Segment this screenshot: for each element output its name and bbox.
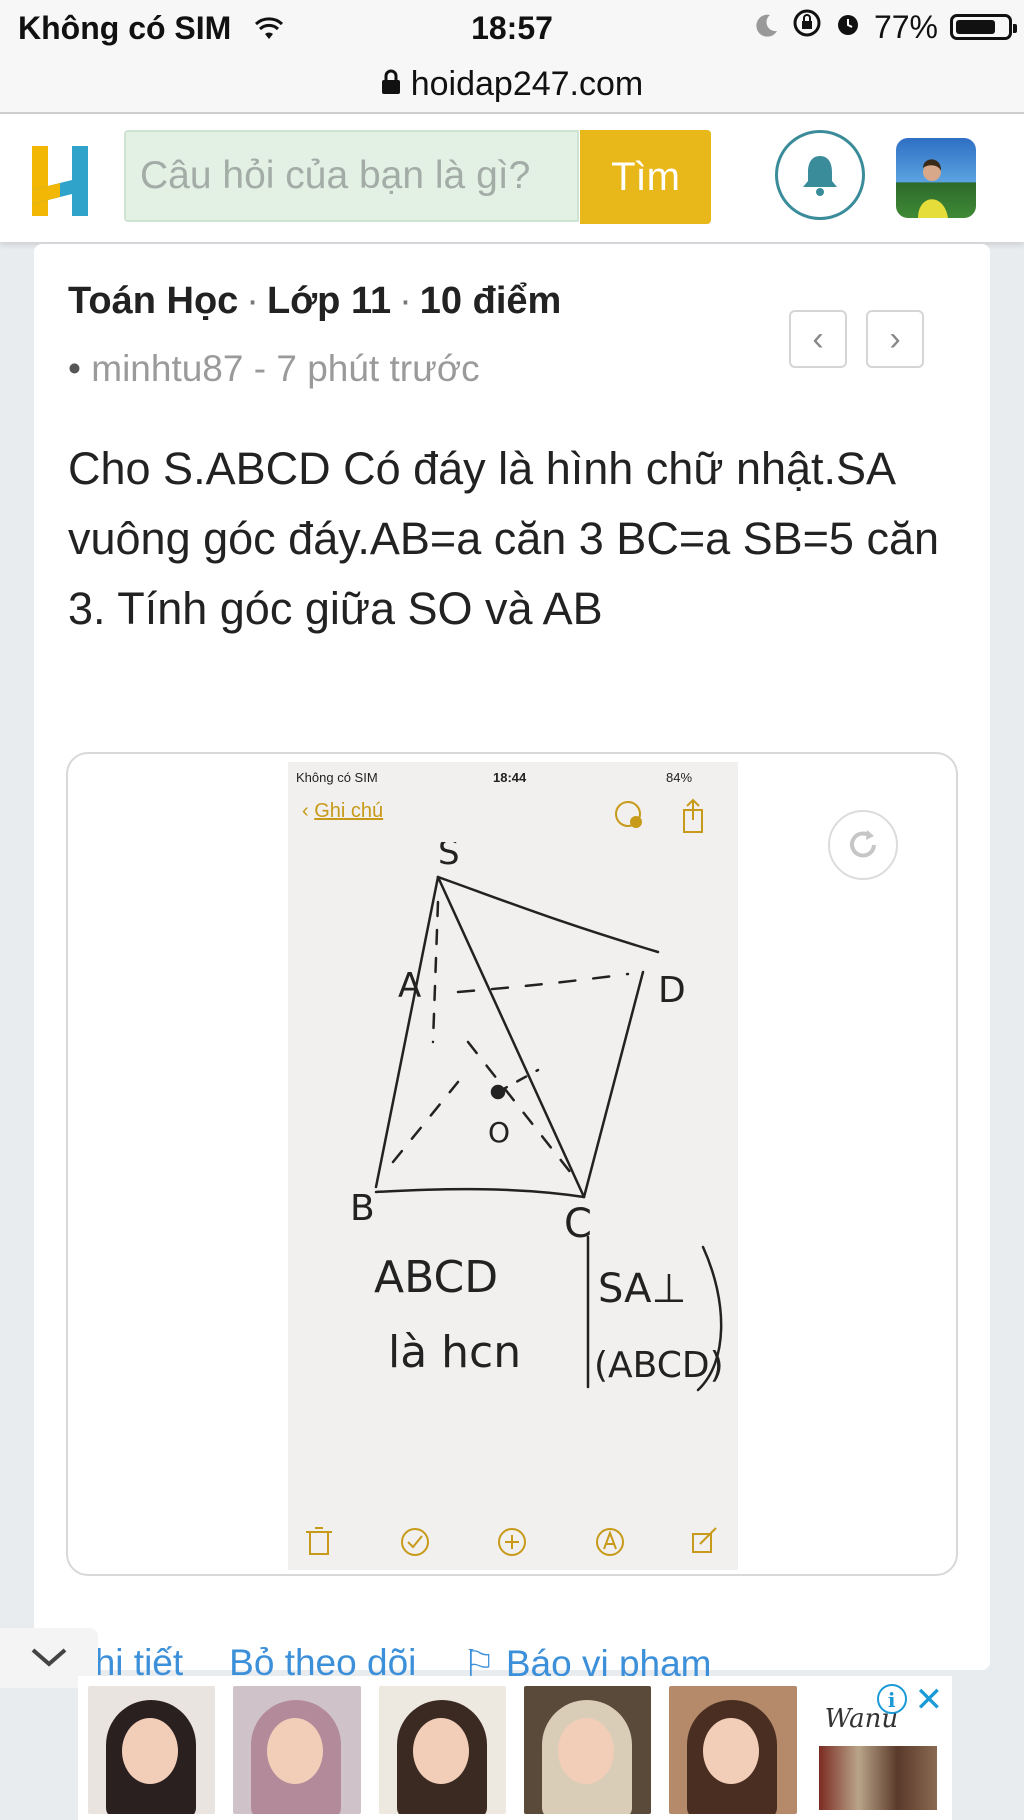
site-logo[interactable] <box>32 146 94 232</box>
notes-back-label: Ghi chú <box>314 800 384 822</box>
ad-thumbnail[interactable] <box>378 1686 506 1814</box>
vertex-b-label: B <box>350 1188 375 1229</box>
battery-icon <box>950 14 1017 40</box>
embedded-time: 18:44 <box>493 770 527 785</box>
question-meta: Toán Học · Lớp 11 · 10 điểm <box>68 280 562 322</box>
rotate-icon[interactable] <box>828 810 898 880</box>
vertex-s-label: S <box>438 842 460 873</box>
chevron-left-icon: ‹ <box>812 319 824 358</box>
ad-brand-tile[interactable]: i ✕ Wanu <box>814 1681 943 1814</box>
alarm-icon <box>834 9 862 46</box>
ad-thumbnail[interactable] <box>669 1686 797 1814</box>
ad-room-image <box>818 1746 937 1810</box>
author-text[interactable]: minhtu87 - 7 phút trước <box>91 348 479 389</box>
search-button[interactable]: Tìm <box>580 130 711 224</box>
status-bar: Không có SIM 18:57 77% <box>0 0 1024 56</box>
vertex-a-label: A <box>398 966 421 1006</box>
ad-thumbnail[interactable] <box>523 1686 652 1814</box>
author-line: • minhtu87 - 7 phút trước <box>68 348 480 389</box>
share-icon <box>615 798 703 833</box>
vertex-c-label: C <box>564 1201 592 1247</box>
url-text: hoidap247.com <box>410 64 644 103</box>
points-label: 10 điểm <box>419 280 562 322</box>
sketch-note-4: (ABCD) <box>594 1345 724 1386</box>
ad-logo: Wanu <box>824 1704 899 1734</box>
chevron-down-icon <box>31 1648 67 1667</box>
chevron-left-icon: ‹ <box>302 800 315 822</box>
orientation-lock-icon <box>792 8 822 46</box>
status-right: 77% <box>754 8 1017 46</box>
moon-icon <box>754 9 780 46</box>
ad-thumbnail[interactable] <box>233 1686 361 1814</box>
close-icon[interactable]: ✕ <box>915 1680 944 1720</box>
notification-bell-icon[interactable] <box>775 130 865 220</box>
user-avatar[interactable] <box>896 138 976 218</box>
prev-question-button[interactable]: ‹ <box>789 310 847 368</box>
question-image[interactable]: Không có SIM 18:44 84% ‹ Ghi chú S A D O… <box>66 752 958 1576</box>
notes-screenshot: Không có SIM 18:44 84% ‹ Ghi chú S A D O… <box>288 762 738 1570</box>
question-body: Cho S.ABCD Có đáy là hình chữ nhật.SA vu… <box>68 443 940 634</box>
sketch-note-2: là hcn <box>388 1327 521 1378</box>
chevron-right-icon: › <box>889 319 901 358</box>
question-card: Toán Học · Lớp 11 · 10 điểm • minhtu87 - 7 p… <box>34 244 990 1684</box>
ad-banner[interactable]: i ✕ Wanu <box>78 1676 952 1820</box>
sketch-note-3: SA⊥ <box>598 1266 686 1312</box>
sketch-note-1: ABCD <box>374 1252 498 1303</box>
site-header: Tìm <box>0 114 1024 242</box>
embedded-status-bar: Không có SIM 18:44 84% <box>288 762 738 796</box>
pyramid-sketch: S A D O B C ABCD là hcn SA⊥ (ABCD) <box>350 842 724 1392</box>
grade-label[interactable]: Lớp 11 <box>267 280 391 322</box>
search-input[interactable] <box>124 130 579 222</box>
next-question-button[interactable]: › <box>866 310 924 368</box>
notes-toolbar <box>306 1527 717 1556</box>
vertex-d-label: D <box>658 970 686 1011</box>
address-bar[interactable]: hoidap247.com <box>0 56 1024 114</box>
embedded-battery: 84% <box>666 770 693 785</box>
notes-back-link: ‹ Ghi chú <box>302 800 383 823</box>
point-o-label: O <box>488 1116 510 1149</box>
lock-icon <box>381 65 401 104</box>
ad-thumbnail[interactable] <box>88 1686 216 1814</box>
battery-percent: 77% <box>873 8 938 45</box>
embedded-carrier: Không có SIM <box>296 770 378 785</box>
subject-label[interactable]: Toán Học <box>68 280 238 322</box>
